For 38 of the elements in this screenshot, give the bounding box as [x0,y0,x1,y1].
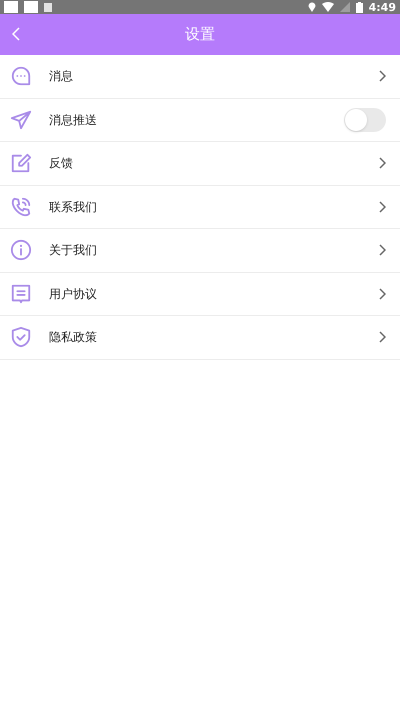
settings-row[interactable]: 消息推送 [0,98,400,142]
settings-row[interactable]: 关于我们 [0,229,400,272]
chevron-right-icon [379,70,386,82]
notification-icon [4,1,18,13]
shield-check-icon [10,326,32,348]
chevron-right-icon [379,157,386,170]
row-label: 联系我们 [49,198,98,216]
settings-row[interactable]: 消息 [0,55,400,98]
row-label: 消息 [49,68,74,86]
location-icon [308,2,316,12]
info-icon [10,239,32,262]
clock-time: 4:49 [368,2,396,12]
chevron-right-icon [379,200,386,213]
chevron-right-icon [379,288,386,300]
settings-row[interactable]: 用户协议 [0,272,400,316]
chevron-right-icon [379,331,386,344]
settings-row[interactable]: 隐私政策 [0,316,400,360]
paper-plane-icon [10,108,32,131]
notification-icon [44,2,52,12]
row-label: 隐私政策 [49,329,98,346]
document-icon [10,282,32,305]
back-icon [12,27,20,41]
toggle-switch[interactable] [344,108,386,132]
chat-bubble-icon [10,65,32,88]
edit-icon [10,152,32,174]
battery-icon [356,2,363,12]
row-label: 用户协议 [49,286,98,303]
row-label: 关于我们 [49,242,98,260]
notification-icon [24,1,38,13]
wifi-icon [322,2,334,12]
signal-icon [340,2,350,12]
settings-row[interactable]: 反馈 [0,142,400,186]
row-label: 反馈 [49,155,74,172]
row-label: 消息推送 [49,112,98,129]
chevron-right-icon [379,244,386,256]
page-title: 设置 [185,24,215,46]
settings-row[interactable]: 联系我们 [0,186,400,229]
phone-icon [10,196,32,218]
